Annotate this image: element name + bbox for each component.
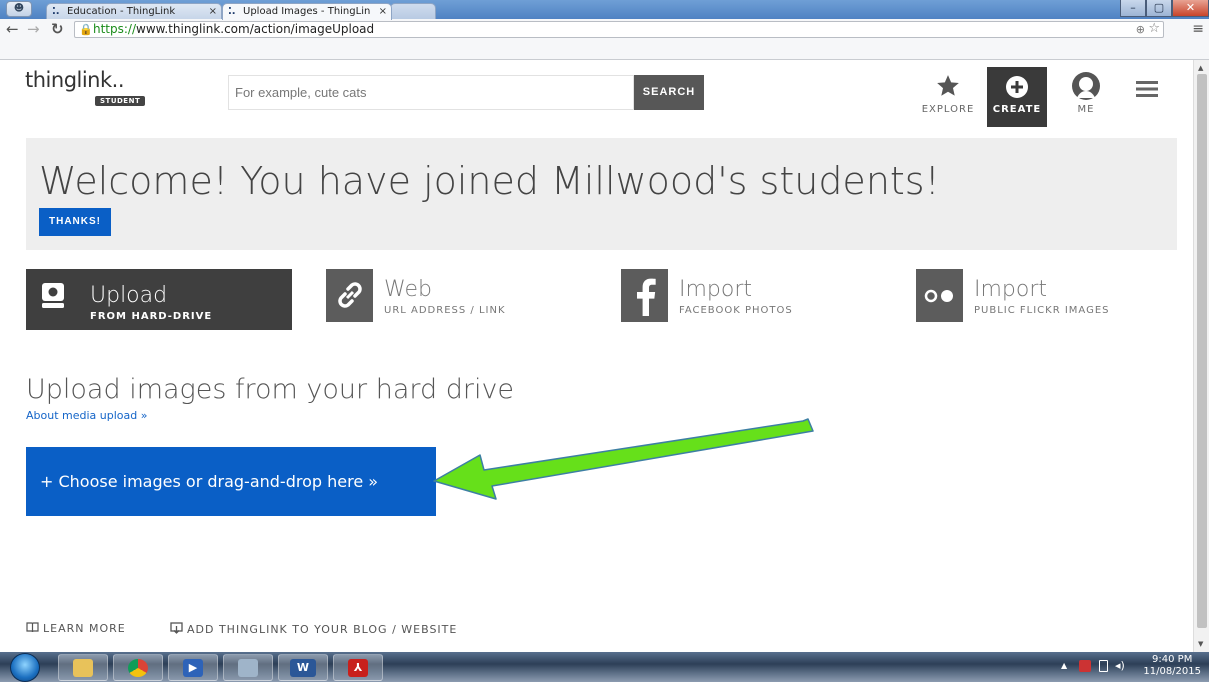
url-text: www.thinglink.com/action/imageUpload [136,22,375,36]
explore-label: EXPLORE [921,104,975,115]
welcome-title: Welcome! You have joined Millwood's stud… [39,159,940,203]
choose-images-button[interactable]: + Choose images or drag-and-drop here » [26,447,436,516]
close-window-icon[interactable]: ✕ [1172,0,1209,17]
windows-start-icon[interactable] [10,653,40,682]
windows-taskbar: ▶ W ⅄ ▲ ◂) 9:40 PM 11/08/2015 [0,652,1209,682]
create-nav-item[interactable]: CREATE [987,67,1047,127]
link-icon [326,269,373,322]
search-input[interactable] [228,75,634,110]
tab-education[interactable]: ⁚. Education - ThingLink × [46,3,222,20]
reload-icon[interactable]: ↻ [51,20,64,38]
scroll-up-arrow-icon[interactable]: ▲ [1198,64,1203,72]
thinglink-favicon-icon: ⁚. [52,6,60,17]
search-button[interactable]: SEARCH [634,75,704,110]
lock-icon: 🔒 [79,23,93,36]
system-tray: ▲ ◂) 9:40 PM 11/08/2015 [1049,652,1209,682]
me-nav-item[interactable]: ME [1056,67,1116,127]
thanks-button[interactable]: THANKS! [39,208,111,236]
student-badge: STUDENT [95,96,146,106]
plus-circle-icon [1006,76,1028,98]
scrollbar-thumb[interactable] [1197,74,1207,628]
calculator-icon [238,659,258,677]
option-title: Import [679,277,753,302]
option-title: Import [974,277,1048,302]
taskbar-explorer-button[interactable] [58,654,108,681]
media-player-icon: ▶ [183,659,203,677]
chrome-menu-icon[interactable]: ≡ [1192,21,1204,37]
close-tab-icon[interactable]: × [379,4,387,19]
browser-tab-strip: ☻ ⁚. Education - ThingLink × ⁚. Upload I… [0,0,1209,20]
clock-time: 9:40 PM [1152,654,1193,665]
zoom-icon[interactable]: ⊕ [1136,22,1145,37]
taskbar-clock[interactable]: 9:40 PM 11/08/2015 [1143,654,1201,678]
browser-profile-icon[interactable]: ☻ [6,1,32,17]
embed-icon [170,622,183,634]
option-title: Upload [90,283,168,308]
learn-more-link[interactable]: LEARN MORE [26,622,126,635]
hard-drive-icon [26,269,73,322]
taskbar-acrobat-button[interactable]: ⅄ [333,654,383,681]
tab-upload-images[interactable]: ⁚. Upload Images - ThingLin × [222,3,392,20]
green-annotation-arrow-icon [433,418,814,500]
taskbar-media-player-button[interactable]: ▶ [168,654,218,681]
option-upload-hard-drive[interactable]: Upload FROM HARD-DRIVE [26,269,292,330]
screen: ☻ ⁚. Education - ThingLink × ⁚. Upload I… [0,0,1209,682]
user-avatar-icon [1072,72,1100,100]
url-scheme: https:// [93,22,137,36]
address-bar[interactable]: 🔒 https://www.thinglink.com/action/image… [74,21,1164,38]
option-title: Web [384,277,432,302]
taskbar-calculator-button[interactable] [223,654,273,681]
welcome-banner: Welcome! You have joined Millwood's stud… [26,138,1177,250]
minimize-window-icon[interactable]: – [1120,0,1146,17]
clock-date: 11/08/2015 [1143,666,1201,677]
option-import-flickr[interactable]: Import PUBLIC FLICKR IMAGES [916,269,1136,330]
volume-icon[interactable]: ◂) [1115,659,1125,672]
flickr-icon [916,269,963,322]
upload-heading: Upload images from your hard drive [26,374,515,405]
option-import-facebook[interactable]: Import FACEBOOK PHOTOS [621,269,841,330]
action-center-icon[interactable] [1079,660,1091,672]
thinglink-favicon-icon: ⁚. [228,6,236,17]
facebook-icon [621,269,668,322]
about-media-upload-link[interactable]: About media upload » [26,409,147,422]
book-icon [26,622,39,633]
explore-nav-item[interactable]: EXPLORE [918,67,978,127]
option-subtitle: FACEBOOK PHOTOS [679,305,793,316]
browser-toolbar: ← → ↻ 🔒 https://www.thinglink.com/action… [0,19,1209,60]
page-scrollbar[interactable]: ▲ ▼ [1193,60,1209,652]
taskbar-chrome-button[interactable] [113,654,163,681]
option-subtitle: FROM HARD-DRIVE [90,311,213,322]
create-label: CREATE [992,104,1042,115]
tab-title: Upload Images - ThingLin [243,6,371,17]
forward-arrow-icon[interactable]: → [27,20,40,38]
maximize-window-icon[interactable]: ▢ [1146,0,1172,17]
new-tab-button[interactable] [390,3,436,20]
acrobat-icon: ⅄ [348,659,368,677]
back-arrow-icon[interactable]: ← [6,20,19,38]
close-tab-icon[interactable]: × [209,4,217,19]
learn-more-label: LEARN MORE [43,622,126,635]
show-hidden-icons-icon[interactable]: ▲ [1061,661,1067,670]
star-icon [937,75,959,96]
option-subtitle: PUBLIC FLICKR IMAGES [974,305,1110,316]
option-web-link[interactable]: Web URL ADDRESS / LINK [326,269,546,330]
folder-icon [73,659,93,677]
me-label: ME [1077,104,1095,115]
option-subtitle: URL ADDRESS / LINK [384,305,506,316]
hamburger-menu-icon[interactable] [1136,80,1158,98]
taskbar-word-button[interactable]: W [278,654,328,681]
add-thinglink-to-blog-link[interactable]: ADD THINGLINK TO YOUR BLOG / WEBSITE [170,622,457,636]
page-content: thinglink.. STUDENT SEARCH EXPLORE CREAT… [0,60,1193,652]
bookmark-star-icon[interactable]: ☆ [1148,21,1160,36]
tab-title: Education - ThingLink [67,6,176,17]
scroll-down-arrow-icon[interactable]: ▼ [1198,640,1203,648]
thinglink-logo[interactable]: thinglink.. [25,68,125,92]
battery-icon[interactable] [1099,660,1108,672]
word-icon: W [290,659,316,677]
add-to-blog-label: ADD THINGLINK TO YOUR BLOG / WEBSITE [187,623,458,636]
chrome-icon [128,659,148,677]
